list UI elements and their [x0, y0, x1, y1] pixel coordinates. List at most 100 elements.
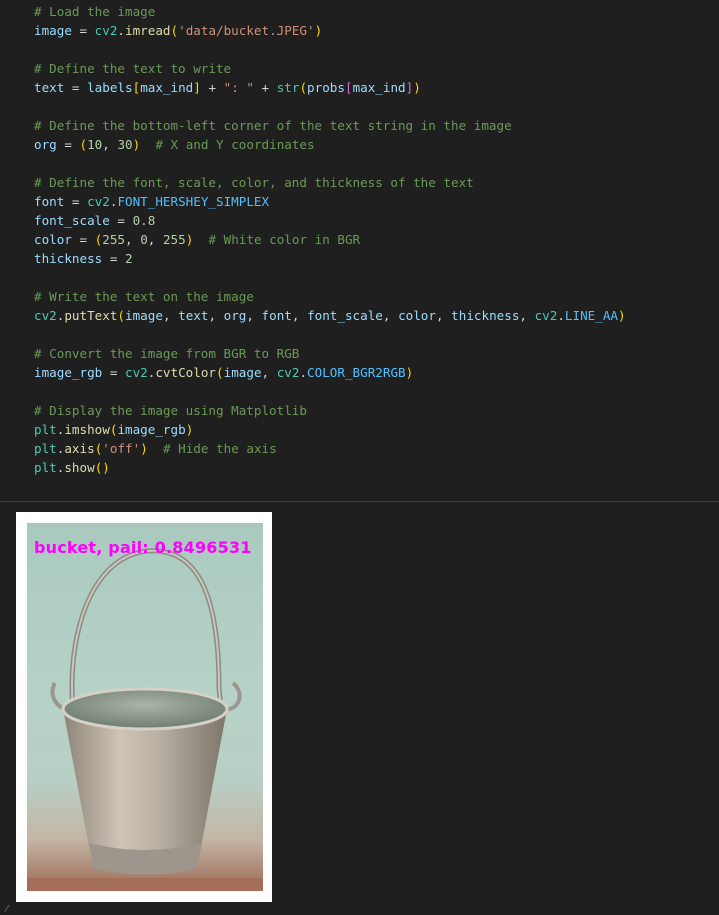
code-token: cv2: [87, 194, 110, 209]
code-token: axis: [64, 441, 95, 456]
code-line[interactable]: cv2. putText(image, text, org, font, font…: [34, 306, 626, 325]
code-token: 30: [117, 137, 133, 152]
code-token: ): [413, 80, 421, 95]
code-line[interactable]: thickness = 2: [34, 249, 626, 268]
code-token: (: [170, 23, 179, 38]
code-token: color: [398, 308, 436, 323]
code-token: # Define the text to write: [34, 61, 232, 76]
code-token: # Load the image: [34, 4, 156, 19]
code-line[interactable]: [34, 40, 626, 59]
code-line[interactable]: font = cv2.FONT_HERSHEY_SIMPLEX: [34, 192, 626, 211]
code-token: image: [223, 365, 262, 380]
code-cell[interactable]: # Load the image image = cv2.imread('data…: [0, 0, 719, 500]
code-token: image_rgb: [117, 422, 186, 437]
code-line[interactable]: [34, 97, 626, 116]
code-token: thickness: [34, 251, 103, 266]
code-token: =: [64, 194, 88, 209]
bucket-photo: bucket, pail: 0.8496531: [27, 523, 263, 891]
code-token: image: [125, 308, 163, 323]
code-token: ,: [125, 232, 141, 247]
code-line[interactable]: image = cv2.imread('data/bucket.JPEG'): [34, 21, 626, 40]
code-token: font_scale: [34, 213, 110, 228]
code-token: +: [253, 80, 277, 95]
code-token: [: [344, 80, 353, 95]
code-token: (: [299, 80, 308, 95]
code-token: plt: [34, 460, 57, 475]
code-line[interactable]: # Define the font, scale, color, and thi…: [34, 173, 626, 192]
code-editor[interactable]: # Load the image image = cv2.imread('data…: [34, 2, 626, 477]
code-token: font_scale: [307, 308, 383, 323]
code-token: str: [276, 80, 300, 95]
code-line[interactable]: [34, 325, 626, 344]
code-token: (: [216, 365, 224, 380]
code-token: =: [71, 232, 95, 247]
code-token: ): [140, 441, 148, 456]
code-line[interactable]: org = (10, 30) # X and Y coordinates: [34, 135, 626, 154]
code-token: font: [34, 194, 65, 209]
code-token: ): [618, 308, 626, 323]
code-token: # X and Y coordinates: [155, 137, 315, 152]
code-token: .: [557, 308, 565, 323]
code-line[interactable]: plt.axis('off') # Hide the axis: [34, 439, 626, 458]
code-token: org: [34, 137, 57, 152]
code-token: (: [79, 137, 88, 152]
code-token: (: [117, 308, 126, 323]
code-token: max_ind: [140, 80, 194, 95]
code-line[interactable]: text = labels[max_ind] + ": " + str(prob…: [34, 78, 626, 97]
code-token: plt: [34, 441, 57, 456]
code-token: ,: [246, 308, 262, 323]
code-line[interactable]: image_rgb = cv2.cvtColor(image, cv2.COLO…: [34, 363, 626, 382]
code-token: thickness: [451, 308, 520, 323]
code-line[interactable]: # Convert the image from BGR to RGB: [34, 344, 626, 363]
code-token: ,: [208, 308, 224, 323]
code-line[interactable]: color = (255, 0, 255) # White color in B…: [34, 230, 626, 249]
code-token: cv2: [125, 365, 148, 380]
code-line[interactable]: [34, 382, 626, 401]
code-line[interactable]: # Define the text to write: [34, 59, 626, 78]
code-token: ,: [147, 232, 163, 247]
output-image: bucket, pail: 0.8496531: [16, 512, 272, 902]
code-line[interactable]: plt.show(): [34, 458, 626, 477]
code-token: 10: [87, 137, 103, 152]
code-token: =: [71, 23, 95, 38]
code-line[interactable]: # Load the image: [34, 2, 626, 21]
code-token: # Define the font, scale, color, and thi…: [34, 175, 474, 190]
bucket-body: [63, 709, 227, 875]
table-surface: [27, 878, 263, 891]
code-token: =: [109, 213, 133, 228]
code-line[interactable]: # Define the bottom-left corner of the t…: [34, 116, 626, 135]
code-token: text: [178, 308, 209, 323]
bucket-rim: [61, 687, 229, 731]
code-token: # White color in BGR: [208, 232, 361, 247]
code-token: LINE_AA: [564, 308, 618, 323]
code-token: ,: [435, 308, 452, 323]
code-token: .: [299, 365, 308, 380]
code-token: 'data/bucket.JPEG': [178, 23, 315, 38]
code-token: ): [405, 365, 414, 380]
code-token: probs: [307, 80, 345, 95]
code-token: plt: [34, 422, 57, 437]
code-token: 255: [162, 232, 186, 247]
bucket-illustration: [27, 548, 263, 891]
code-token: text: [34, 80, 65, 95]
code-line[interactable]: plt.imshow(image_rgb): [34, 420, 626, 439]
code-token: ): [102, 460, 110, 475]
code-line[interactable]: font_scale = 0.8: [34, 211, 626, 230]
code-token: image: [34, 23, 72, 38]
output-area: bucket, pail: 0.8496531: [0, 502, 719, 914]
code-token: max_ind: [352, 80, 406, 95]
code-token: # Convert the image from BGR to RGB: [34, 346, 300, 361]
code-token: ": ": [223, 80, 254, 95]
code-token: ,: [291, 308, 308, 323]
code-token: image_rgb: [34, 365, 103, 380]
code-line[interactable]: # Display the image using Matplotlib: [34, 401, 626, 420]
code-token: # Display the image using Matplotlib: [34, 403, 307, 418]
code-token: cv2: [94, 23, 118, 38]
code-token: =: [102, 365, 125, 380]
code-line[interactable]: [34, 268, 626, 287]
code-line[interactable]: [34, 154, 626, 173]
handle-shape: [69, 548, 224, 710]
code-line[interactable]: # Write the text on the image: [34, 287, 626, 306]
